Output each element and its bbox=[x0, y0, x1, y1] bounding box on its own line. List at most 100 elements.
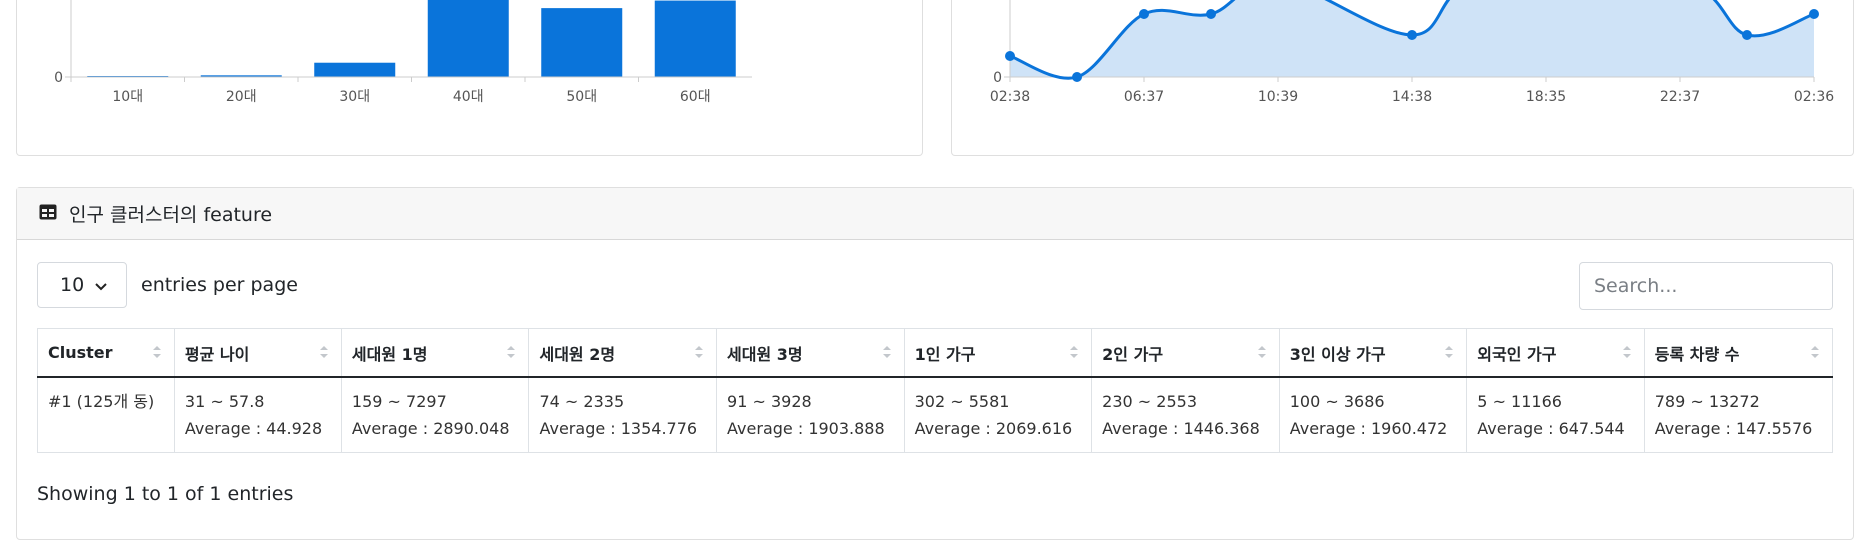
sort-icon[interactable] bbox=[694, 344, 704, 364]
stat-cell: 31 ~ 57.8 Average : 44.928 bbox=[173, 376, 342, 453]
average-text: Average : 1960.472 bbox=[1289, 419, 1448, 438]
data-point[interactable] bbox=[1072, 72, 1082, 82]
bar[interactable] bbox=[427, 0, 509, 78]
bar[interactable] bbox=[654, 0, 736, 78]
sort-icon[interactable] bbox=[1622, 344, 1632, 364]
x-tick-label: 10대 bbox=[112, 89, 143, 105]
average-text: Average : 1354.776 bbox=[539, 419, 698, 438]
column-header[interactable]: 1인 가구 bbox=[903, 328, 1093, 378]
column-header[interactable]: 세대원 2명 bbox=[528, 328, 718, 378]
y-tick-label: 0 bbox=[54, 70, 63, 86]
column-header-label: 2인 가구 bbox=[1102, 344, 1164, 364]
y-tick-label: 0 bbox=[993, 70, 1002, 86]
stat-cell: 302 ~ 5581 Average : 2069.616 bbox=[903, 376, 1093, 453]
stat-cell: 91 ~ 3928 Average : 1903.888 bbox=[716, 376, 905, 453]
cluster-table: Cluster 평균 나이 세대원 1명 세대원 2명 세대원 3명 1인 가구 2인 가구… bbox=[37, 328, 1834, 453]
card-header: 인구 클러스터의 feature bbox=[17, 188, 1853, 240]
stat-cell: 789 ~ 13272 Average : 147.5576 bbox=[1643, 376, 1834, 453]
range-text: 159 ~ 7297 bbox=[351, 392, 447, 411]
age-bar-chart: 10대 20대 30대 40대 50대 60대 0 bbox=[54, 0, 752, 105]
stat-cell: 5 ~ 11166 Average : 647.544 bbox=[1466, 376, 1645, 453]
sort-icon[interactable] bbox=[1257, 344, 1267, 364]
average-text: Average : 2890.048 bbox=[351, 419, 510, 438]
data-point[interactable] bbox=[1742, 30, 1752, 40]
entries-per-page-label: entries per page bbox=[141, 274, 298, 296]
range-text: 789 ~ 13272 bbox=[1654, 392, 1760, 411]
average-text: Average : 1903.888 bbox=[727, 419, 885, 438]
x-tick-label: 02:36 bbox=[1794, 89, 1834, 105]
range-text: 5 ~ 11166 bbox=[1477, 392, 1562, 411]
table-header-row: Cluster 평균 나이 세대원 1명 세대원 2명 세대원 3명 1인 가구 2인 가구… bbox=[37, 328, 1834, 378]
stat-cell: 74 ~ 2335 Average : 1354.776 bbox=[528, 376, 718, 453]
column-header-label: 등록 차량 수 bbox=[1654, 344, 1740, 364]
column-header-label: 1인 가구 bbox=[914, 344, 976, 364]
x-tick-label: 60대 bbox=[680, 89, 711, 105]
data-point[interactable] bbox=[1206, 9, 1216, 19]
time-line-chart: 02:38 06:37 10:39 14:38 18:35 22:37 02:36 0 bbox=[990, 0, 1834, 105]
column-header-label: 세대원 3명 bbox=[727, 344, 803, 364]
table-controls: 10 entries per page bbox=[37, 262, 1833, 310]
x-tick-label: 40대 bbox=[453, 89, 484, 105]
card-title: 인구 클러스터의 feature bbox=[69, 204, 273, 226]
range-text: 91 ~ 3928 bbox=[727, 392, 812, 411]
sort-icon[interactable] bbox=[506, 344, 516, 364]
page-size-value: 10 bbox=[60, 274, 85, 296]
column-header[interactable]: 세대원 1명 bbox=[340, 328, 530, 378]
range-text: 302 ~ 5581 bbox=[914, 392, 1010, 411]
time-line-chart-card: 02:38 06:37 10:39 14:38 18:35 22:37 02:36 0 bbox=[951, 0, 1854, 156]
search-input[interactable] bbox=[1579, 262, 1833, 310]
sort-icon[interactable] bbox=[882, 344, 892, 364]
cluster-cell: #1 (125개 동) bbox=[37, 376, 175, 453]
x-tick-label: 30대 bbox=[339, 89, 370, 105]
average-text: Average : 147.5576 bbox=[1654, 419, 1813, 438]
column-header-label: 외국인 가구 bbox=[1477, 344, 1557, 364]
average-text: Average : 1446.368 bbox=[1102, 419, 1260, 438]
x-tick-label: 20대 bbox=[226, 89, 257, 105]
column-header-label: 세대원 2명 bbox=[539, 344, 616, 364]
x-tick-label: 50대 bbox=[566, 89, 597, 105]
column-header[interactable]: 외국인 가구 bbox=[1466, 328, 1645, 378]
stat-cell: 159 ~ 7297 Average : 2890.048 bbox=[340, 376, 530, 453]
x-tick-label: 22:37 bbox=[1660, 89, 1700, 105]
sort-icon[interactable] bbox=[1444, 344, 1454, 364]
bar[interactable] bbox=[314, 62, 396, 77]
column-header-label: 평균 나이 bbox=[184, 344, 250, 364]
data-point[interactable] bbox=[1139, 9, 1149, 19]
bar[interactable] bbox=[541, 8, 623, 77]
column-header-label: Cluster bbox=[48, 343, 113, 362]
data-point[interactable] bbox=[1407, 30, 1417, 40]
range-text: 100 ~ 3686 bbox=[1289, 392, 1385, 411]
table-row: #1 (125개 동) 31 ~ 57.8 Average : 44.928 159 … bbox=[37, 376, 1834, 453]
x-tick-label: 14:38 bbox=[1392, 89, 1432, 105]
stat-cell: 230 ~ 2553 Average : 1446.368 bbox=[1091, 376, 1280, 453]
sort-icon[interactable] bbox=[1810, 344, 1820, 364]
table-icon bbox=[39, 204, 57, 224]
x-tick-label: 06:37 bbox=[1124, 89, 1164, 105]
sort-icon[interactable] bbox=[1069, 344, 1079, 364]
x-tick-label: 18:35 bbox=[1526, 89, 1566, 105]
stat-cell: 100 ~ 3686 Average : 1960.472 bbox=[1278, 376, 1468, 453]
data-point[interactable] bbox=[1809, 9, 1819, 19]
column-header-label: 세대원 1명 bbox=[351, 344, 428, 364]
data-point[interactable] bbox=[1005, 51, 1015, 61]
average-text: Average : 647.544 bbox=[1477, 419, 1625, 438]
average-text: Average : 44.928 bbox=[184, 419, 323, 438]
age-bar-chart-card: 10대 20대 30대 40대 50대 60대 0 bbox=[16, 0, 923, 156]
range-text: 74 ~ 2335 bbox=[539, 392, 625, 411]
sort-icon[interactable] bbox=[319, 344, 329, 364]
cluster-feature-card: 인구 클러스터의 feature 10 entries per page Clu… bbox=[16, 187, 1854, 540]
sort-icon[interactable] bbox=[152, 344, 162, 364]
column-header[interactable]: Cluster bbox=[37, 328, 175, 378]
average-text: Average : 2069.616 bbox=[914, 419, 1073, 438]
column-header[interactable]: 세대원 3명 bbox=[716, 328, 905, 378]
column-header[interactable]: 평균 나이 bbox=[173, 328, 342, 378]
column-header-label: 3인 이상 가구 bbox=[1289, 344, 1386, 364]
page-size-select[interactable]: 10 bbox=[37, 262, 127, 308]
table-info: Showing 1 to 1 of 1 entries bbox=[37, 483, 294, 505]
column-header[interactable]: 등록 차량 수 bbox=[1643, 328, 1834, 378]
column-header[interactable]: 3인 이상 가구 bbox=[1278, 328, 1468, 378]
column-header[interactable]: 2인 가구 bbox=[1091, 328, 1280, 378]
range-text: 230 ~ 2553 bbox=[1102, 392, 1198, 411]
x-tick-label: 02:38 bbox=[990, 89, 1030, 105]
chevron-down-icon bbox=[94, 276, 108, 298]
